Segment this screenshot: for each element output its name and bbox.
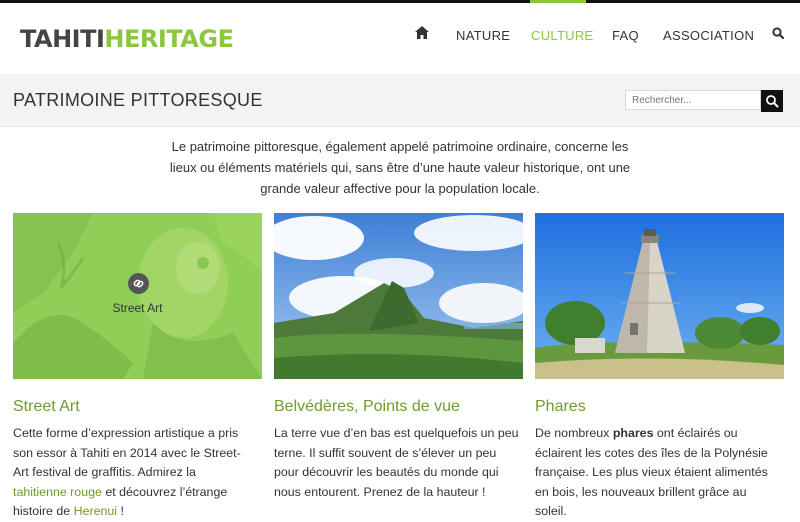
nav-home[interactable] xyxy=(415,26,429,42)
street-art-illustration xyxy=(13,213,262,379)
card-text-line: française. Les plus vieux étaient alimen… xyxy=(535,465,768,479)
search-button[interactable] xyxy=(761,90,783,112)
nav-active-indicator xyxy=(530,0,586,3)
logo-text-tahiti: TAHITI xyxy=(20,25,105,53)
home-icon xyxy=(415,26,429,39)
nav-item-nature[interactable]: NATURE xyxy=(456,28,510,43)
card-text-line: son essor à Tahiti en 2014 avec le Stree… xyxy=(13,445,241,460)
card-text-phares: De nombreux phares ont éclairés ou éclai… xyxy=(535,424,785,522)
card-text-fragment: et découvrez l’étrange xyxy=(101,484,228,499)
card-text-line: La terre vue d’en bas est quelquefois un… xyxy=(274,426,519,440)
card-text-fragment: histoire de xyxy=(13,504,74,518)
card-title-belvederes[interactable]: Belvédères, Points de vue xyxy=(274,398,460,416)
card-text-line: Cette forme d’expression artistique a pr… xyxy=(13,426,239,440)
belvederes-image[interactable] xyxy=(274,213,523,379)
intro-line: grande valeur affective pour la populati… xyxy=(260,181,540,196)
card-text-line: pour découvrir les beautés du monde qui xyxy=(274,465,499,479)
phares-bold-word: phares xyxy=(612,426,654,440)
lighthouse-photo xyxy=(535,213,784,379)
search-icon xyxy=(772,27,785,40)
site-header: TAHITIHERITAGE NATURE CULTURE FAQ ASSOCI… xyxy=(0,0,800,74)
logo-text-heritage: HERITAGE xyxy=(104,25,234,53)
street-art-image[interactable]: Street Art xyxy=(13,213,262,379)
herenui-link[interactable]: Herenui xyxy=(74,504,117,518)
card-text-fragment: De nombreux xyxy=(535,426,613,440)
image-overlay-label[interactable]: Street Art xyxy=(13,301,262,315)
card-text-line: Art festival de graffitis. Admirez la xyxy=(13,465,196,479)
card-text-line: tahitienne rouge et découvrez l’étrange xyxy=(13,483,259,503)
intro-text: Le patrimoine pittoresque, également app… xyxy=(160,136,640,199)
phares-image[interactable] xyxy=(535,213,784,379)
mountain-landscape-photo xyxy=(274,213,523,379)
site-logo[interactable]: TAHITIHERITAGE xyxy=(20,25,234,53)
nav-item-faq[interactable]: FAQ xyxy=(612,28,639,43)
card-title-phares[interactable]: Phares xyxy=(535,398,586,416)
nav-search[interactable] xyxy=(772,27,785,42)
intro-line: Le patrimoine pittoresque, également app… xyxy=(171,139,629,154)
card-text-line: terne. Il suffit souvent de s’élever un … xyxy=(274,445,497,460)
card-text-line: histoire de Herenui ! xyxy=(13,502,259,522)
card-text-belvederes: La terre vue d’en bas est quelquefois un… xyxy=(274,424,524,502)
card-text-line: nous entourent. Prenez de la hauteur ! xyxy=(274,484,486,499)
link-icon[interactable] xyxy=(128,273,149,294)
page-title-bar: PATRIMOINE PITTORESQUE xyxy=(0,74,800,127)
search-icon xyxy=(766,95,779,108)
search-input[interactable] xyxy=(625,90,761,110)
card-text-line: éclairent les cotes des îles de la Polyn… xyxy=(535,445,768,460)
card-text-line: en bois, les nouveaux brillent grâce au xyxy=(535,484,747,499)
card-text-fragment: ont éclairés ou xyxy=(653,426,738,440)
card-text-line: De nombreux phares ont éclairés ou xyxy=(535,424,785,444)
card-title-street-art[interactable]: Street Art xyxy=(13,398,80,416)
page-title: PATRIMOINE PITTORESQUE xyxy=(13,90,263,110)
card-text-line: soleil. xyxy=(535,504,567,518)
nav-item-culture[interactable]: CULTURE xyxy=(531,28,594,43)
intro-line: lieux ou éléments matériels qui, sans êt… xyxy=(169,160,631,175)
card-text-fragment: ! xyxy=(117,504,124,518)
tahitienne-rouge-link[interactable]: tahitienne rouge xyxy=(13,485,102,499)
nav-item-association[interactable]: ASSOCIATION xyxy=(663,28,754,43)
card-text-street-art: Cette forme d’expression artistique a pr… xyxy=(13,424,259,522)
